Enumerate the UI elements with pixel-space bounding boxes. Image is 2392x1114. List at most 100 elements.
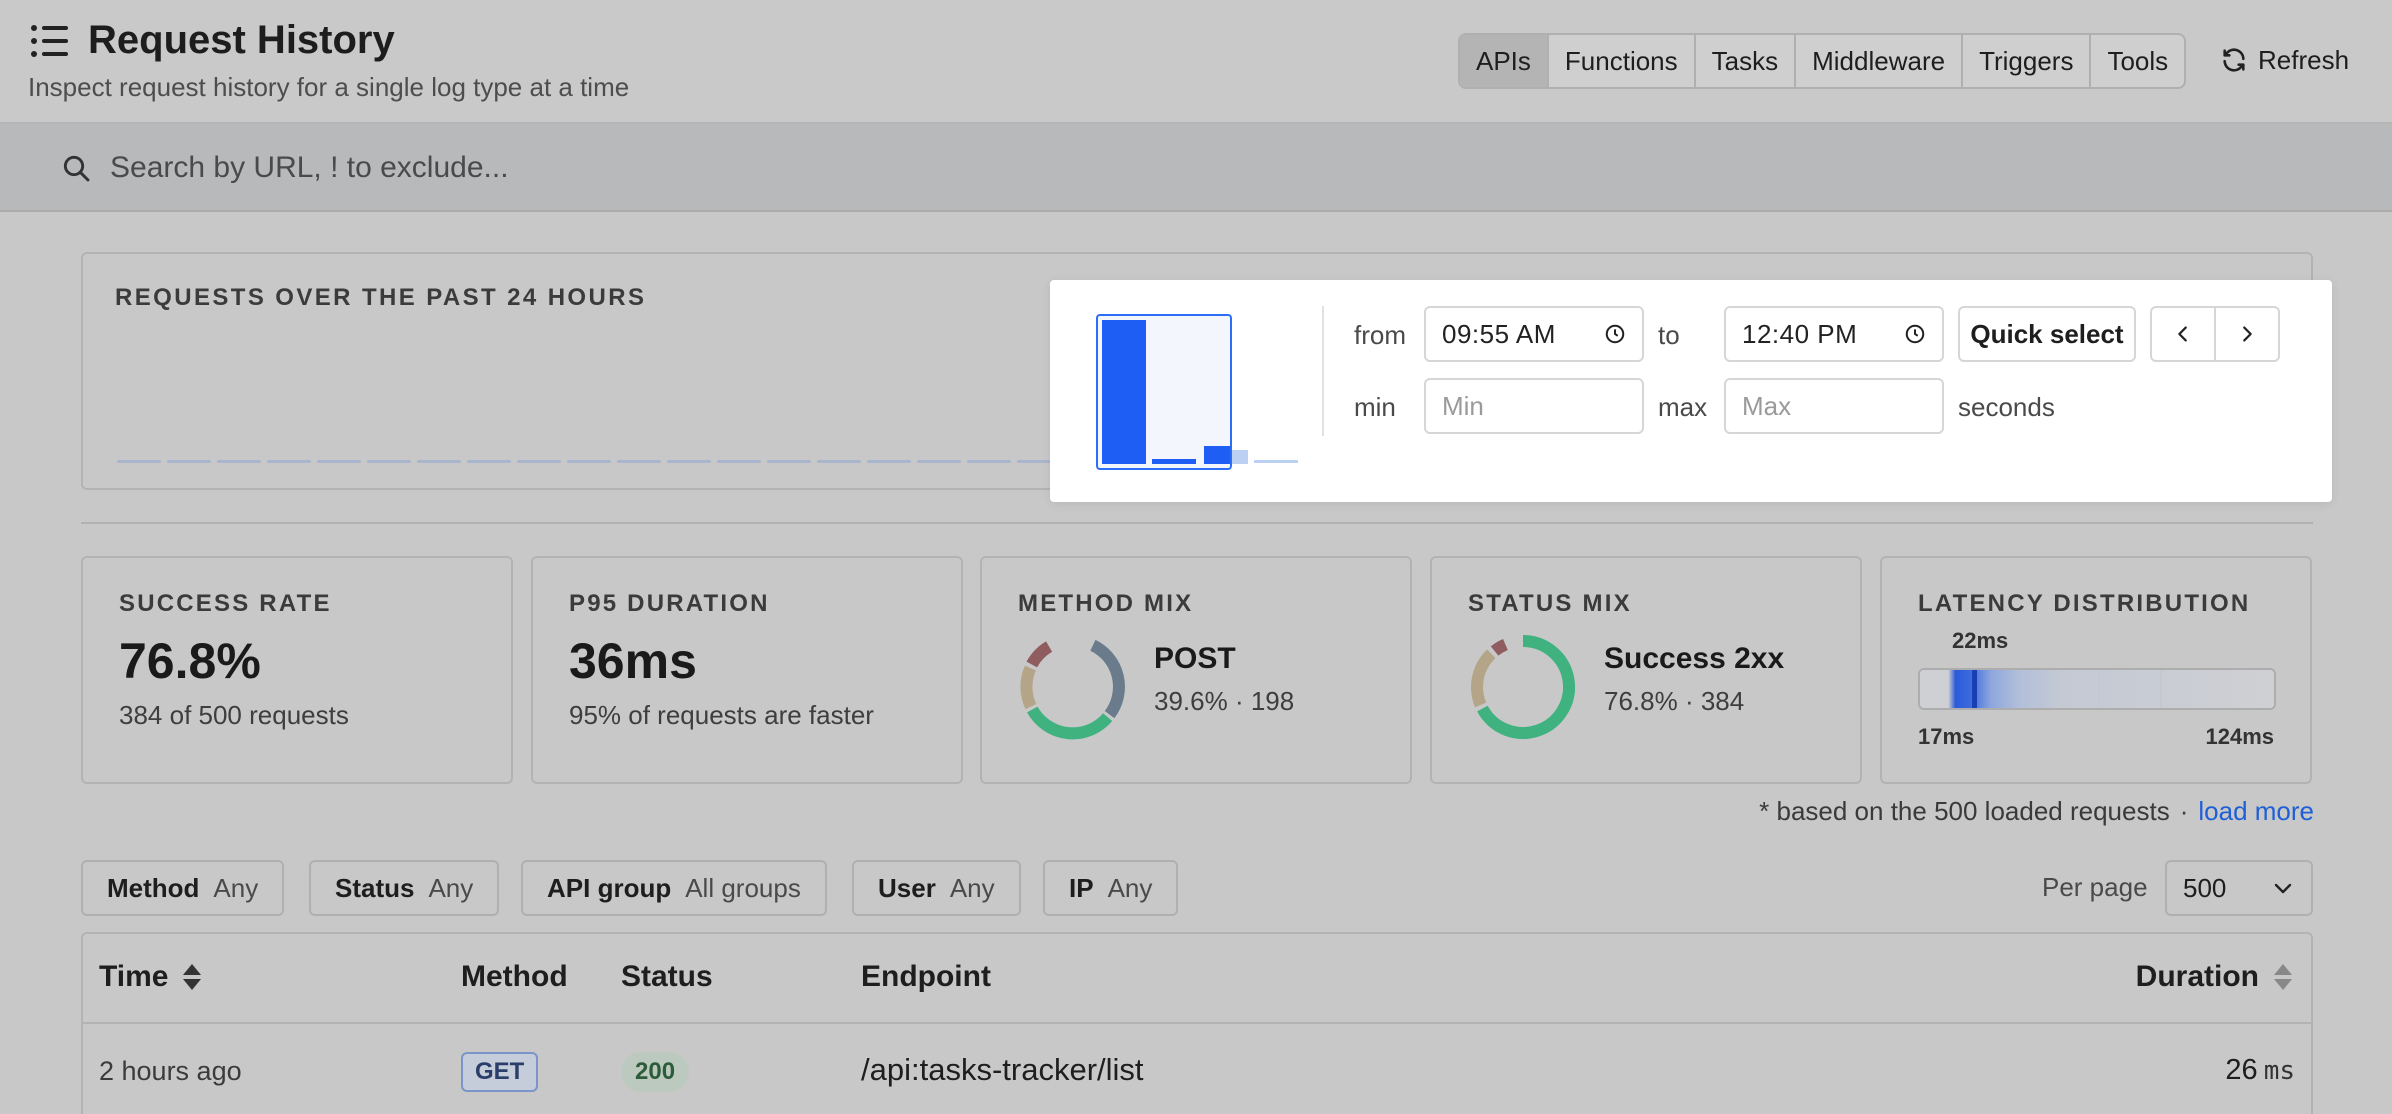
chart-bar bbox=[1204, 446, 1230, 464]
title-row: Request History bbox=[30, 18, 395, 63]
donut-segment bbox=[1020, 665, 1037, 710]
tab-apis[interactable]: APIs bbox=[1460, 35, 1549, 87]
chart-baseline-seg bbox=[617, 460, 661, 463]
to-time-input[interactable]: 12:40 PM bbox=[1724, 306, 1944, 362]
chevron-right-icon bbox=[2243, 326, 2252, 342]
latency-min-label: 17ms bbox=[1918, 724, 1975, 749]
from-time-value: 09:55 AM bbox=[1442, 318, 1556, 349]
method-donut-chart bbox=[1020, 639, 1125, 740]
from-label: from bbox=[1354, 320, 1406, 350]
method-filter[interactable]: Method Any bbox=[81, 860, 285, 916]
filter-value: All groups bbox=[685, 872, 801, 903]
tab-tasks[interactable]: Tasks bbox=[1696, 35, 1797, 87]
page-title: Request History bbox=[88, 18, 395, 62]
note-separator: · bbox=[2179, 796, 2189, 826]
filter-value: Any bbox=[949, 872, 995, 903]
chevron-down-icon bbox=[2274, 883, 2292, 894]
page-subtitle: Inspect request history for a single log… bbox=[28, 72, 630, 102]
column-header-time[interactable]: Time bbox=[99, 960, 204, 994]
method-mix-sub: 39.6% · 198 bbox=[1154, 686, 1295, 716]
load-more-link[interactable]: load more bbox=[2198, 796, 2314, 826]
donut-segment bbox=[1026, 641, 1053, 668]
chart-baseline-seg bbox=[417, 460, 461, 463]
clock-icon bbox=[1905, 324, 1925, 344]
chart-baseline-seg bbox=[167, 460, 211, 463]
method-mix-name: POST bbox=[1154, 642, 1236, 675]
column-header-method: Method bbox=[461, 960, 568, 993]
p95-sub: 95% of requests are faster bbox=[569, 700, 874, 730]
status-filter[interactable]: Status Any bbox=[309, 860, 500, 916]
status-mix-card: STATUS MIX Success 2xx 76.8% · 384 bbox=[1430, 556, 1862, 784]
clock-icon bbox=[1605, 324, 1625, 344]
max-duration-input[interactable] bbox=[1724, 378, 1944, 434]
selected-range-brush[interactable] bbox=[1096, 314, 1232, 470]
refresh-button[interactable]: Refresh bbox=[2220, 33, 2349, 87]
brush-bars bbox=[1102, 320, 1230, 464]
chart-baseline-seg bbox=[967, 460, 1011, 463]
p95-value: 36ms bbox=[569, 633, 697, 689]
sort-icon bbox=[183, 964, 202, 990]
from-time-input[interactable]: 09:55 AM bbox=[1424, 306, 1644, 362]
chart-tail bbox=[1232, 314, 1302, 470]
chart-baseline-seg bbox=[917, 460, 961, 463]
p95-duration-card: P95 DURATION 36ms 95% of requests are fa… bbox=[531, 556, 963, 784]
latency-distribution-card: LATENCY DISTRIBUTION 22ms 17ms 124ms bbox=[1880, 556, 2312, 784]
chart-baseline-seg bbox=[767, 460, 811, 463]
sample-note: * based on the 500 loaded requests · load … bbox=[1759, 796, 2314, 827]
user-filter[interactable]: User Any bbox=[852, 860, 1021, 916]
chart-baseline-seg bbox=[517, 460, 561, 463]
quick-select-button[interactable]: Quick select bbox=[1958, 306, 2136, 362]
success-rate-card: SUCCESS RATE 76.8% 384 of 500 requests bbox=[81, 556, 513, 784]
duration-unit: ms bbox=[2263, 1056, 2295, 1086]
chart-title: REQUESTS OVER THE PAST 24 HOURS bbox=[115, 284, 647, 311]
chart-baseline-seg bbox=[317, 460, 361, 463]
range-nav bbox=[2150, 306, 2280, 362]
stat-label: LATENCY DISTRIBUTION bbox=[1918, 590, 2251, 617]
filter-key: User bbox=[878, 872, 936, 903]
chart-baseline-seg bbox=[717, 460, 761, 463]
chart-bar bbox=[1102, 320, 1146, 464]
column-header-status: Status bbox=[621, 960, 713, 993]
status-badge: 200 bbox=[621, 1052, 690, 1092]
tab-triggers[interactable]: Triggers bbox=[1963, 35, 2092, 87]
list-icon[interactable] bbox=[30, 23, 70, 59]
donut-segment bbox=[1471, 649, 1496, 708]
stat-label: SUCCESS RATE bbox=[119, 590, 332, 617]
time-range-popover: from 09:55 AM to 12:40 PM Quick select m… bbox=[1050, 280, 2332, 502]
next-range-button[interactable] bbox=[2214, 308, 2278, 360]
api-group-filter[interactable]: API group All groups bbox=[521, 860, 827, 916]
sort-icon bbox=[2274, 964, 2292, 990]
filter-key: API group bbox=[547, 872, 672, 903]
popover-divider bbox=[1322, 306, 1324, 436]
per-page-select[interactable]: 500 bbox=[2165, 860, 2313, 916]
min-duration-input[interactable] bbox=[1424, 378, 1644, 434]
status-mix-sub: 76.8% · 384 bbox=[1604, 686, 1745, 716]
tab-functions[interactable]: Functions bbox=[1549, 35, 1696, 87]
min-label: min bbox=[1354, 392, 1396, 422]
stat-label: P95 DURATION bbox=[569, 590, 770, 617]
filter-key: Status bbox=[335, 872, 415, 903]
tab-middleware[interactable]: Middleware bbox=[1796, 35, 1964, 87]
donut-segment bbox=[1027, 706, 1113, 740]
donut-segment bbox=[1090, 639, 1125, 719]
chart-baseline-seg bbox=[867, 460, 911, 463]
ip-filter[interactable]: IP Any bbox=[1043, 860, 1179, 916]
column-label: Time bbox=[99, 960, 169, 993]
section-divider bbox=[81, 522, 2313, 524]
chevron-left-icon bbox=[2178, 326, 2187, 342]
to-time-value: 12:40 PM bbox=[1742, 318, 1858, 349]
prev-range-button[interactable] bbox=[2152, 308, 2214, 360]
filter-key: IP bbox=[1069, 872, 1094, 903]
tab-tools[interactable]: Tools bbox=[2091, 35, 2184, 87]
search-icon bbox=[63, 155, 90, 182]
search-input[interactable] bbox=[110, 142, 2310, 194]
page-header: Request History Inspect request history … bbox=[0, 0, 2392, 124]
duration-value: 26 bbox=[2225, 1054, 2258, 1086]
refresh-label: Refresh bbox=[2258, 44, 2350, 75]
chart-bar bbox=[1152, 459, 1196, 464]
search-bar bbox=[0, 124, 2392, 212]
stat-label: METHOD MIX bbox=[1018, 590, 1194, 617]
filter-value: Any bbox=[428, 872, 474, 903]
chart-baseline-seg bbox=[667, 460, 711, 463]
column-header-duration[interactable]: Duration bbox=[2136, 960, 2295, 994]
